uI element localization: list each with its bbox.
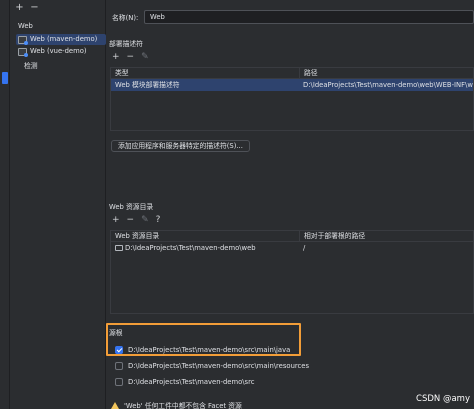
source-root-checkbox[interactable] <box>115 346 123 354</box>
name-label: 名称(N): <box>112 14 139 22</box>
descriptor-path-cell: D:\IdeaProjects\Test\maven-demo\web\WEB-… <box>303 81 473 89</box>
facet-warning: 'Web' 任何工件中都不包含 Facet 资源 <box>111 400 242 409</box>
edit-descriptor-icon[interactable]: ✎ <box>141 53 149 62</box>
web-resources-table: Web 资源目录 相对于部署根的路径 D:\IdeaProjects\Test\… <box>110 230 474 314</box>
facet-sidebar: + − Web Web (maven-demo) Web (vue-demo) … <box>10 0 106 409</box>
resource-dir-text: D:\IdeaProjects\Test\maven-demo\web <box>125 244 256 252</box>
facet-group-heading: Web <box>18 22 33 30</box>
source-root-path: D:\IdeaProjects\Test\maven-demo\src <box>128 378 255 386</box>
watermark: CSDN @amy <box>416 394 470 404</box>
sidebar-toolbar: + − <box>14 3 40 14</box>
source-root-checkbox[interactable] <box>115 362 123 370</box>
table-header: Web 资源目录 相对于部署根的路径 <box>111 231 473 242</box>
table-row[interactable]: Web 模块部署描述符 D:\IdeaProjects\Test\maven-d… <box>111 79 473 91</box>
add-descriptor-button[interactable]: + <box>112 53 120 62</box>
edit-resource-icon[interactable]: ✎ <box>141 216 149 225</box>
remove-facet-button[interactable]: − <box>29 3 40 14</box>
deploy-toolbar: + − ✎ <box>112 53 149 62</box>
help-icon[interactable]: ? <box>156 216 161 225</box>
resources-toolbar: + − ✎ ? <box>112 216 160 225</box>
sidebar-item-label: Web (maven-demo) <box>30 35 98 43</box>
web-resources-title: Web 资源目录 <box>109 203 154 211</box>
add-facet-button[interactable]: + <box>14 3 25 14</box>
warning-text: 'Web' 任何工件中都不包含 Facet 资源 <box>124 402 242 409</box>
remove-descriptor-button[interactable]: − <box>127 53 135 62</box>
tool-window-indicator[interactable] <box>2 72 8 84</box>
column-header-type[interactable]: 类型 <box>111 68 299 78</box>
warning-icon <box>111 401 119 409</box>
source-root-item[interactable]: D:\IdeaProjects\Test\maven-demo\src\main… <box>115 361 309 371</box>
table-row[interactable]: D:\IdeaProjects\Test\maven-demo\web / <box>111 242 473 254</box>
relative-path-cell: / <box>303 244 306 252</box>
table-header: 类型 路径 <box>111 68 473 79</box>
deploy-descriptors-table: 类型 路径 Web 模块部署描述符 D:\IdeaProjects\Test\m… <box>110 67 474 131</box>
column-header-relative-path[interactable]: 相对于部署根的路径 <box>299 231 473 241</box>
left-tool-strip <box>0 0 10 409</box>
source-root-checkbox[interactable] <box>115 378 123 386</box>
source-root-path: D:\IdeaProjects\Test\maven-demo\src\main… <box>128 362 309 370</box>
sidebar-item-detection[interactable]: 检测 <box>24 60 38 70</box>
deploy-descriptors-title: 部署描述符 <box>109 40 143 48</box>
source-roots-title: 源根 <box>109 329 123 337</box>
resource-dir-cell: D:\IdeaProjects\Test\maven-demo\web <box>111 242 299 254</box>
column-header-path[interactable]: 路径 <box>299 68 473 78</box>
web-facet-icon <box>18 48 28 57</box>
folder-icon <box>115 245 123 251</box>
add-server-descriptor-button[interactable]: 添加应用程序和服务器特定的描述符(S)... <box>111 140 250 152</box>
source-root-item[interactable]: D:\IdeaProjects\Test\maven-demo\src\main… <box>115 345 290 355</box>
sidebar-item-web-maven-demo[interactable]: Web (maven-demo) <box>16 34 106 45</box>
name-field[interactable]: Web <box>144 10 474 24</box>
sidebar-item-label: Web (vue-demo) <box>30 47 87 55</box>
sidebar-item-web-vue-demo[interactable]: Web (vue-demo) <box>16 46 106 57</box>
add-resource-button[interactable]: + <box>112 216 120 225</box>
remove-resource-button[interactable]: − <box>127 216 135 225</box>
source-root-path: D:\IdeaProjects\Test\maven-demo\src\main… <box>128 346 291 354</box>
source-root-item[interactable]: D:\IdeaProjects\Test\maven-demo\src <box>115 377 254 387</box>
descriptor-type-cell: Web 模块部署描述符 <box>115 81 180 89</box>
facet-settings-panel: 名称(N): Web 部署描述符 + − ✎ 类型 路径 Web 模块部署描述符… <box>106 0 474 409</box>
column-header-resource-dir[interactable]: Web 资源目录 <box>111 231 299 241</box>
web-facet-icon <box>18 36 28 45</box>
